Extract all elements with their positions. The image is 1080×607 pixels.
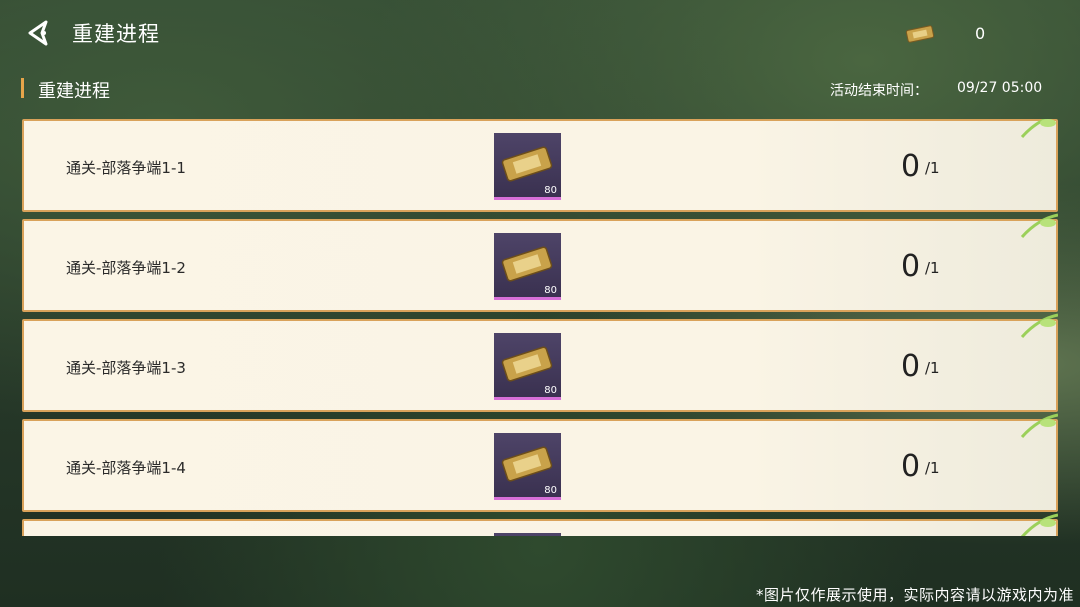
leaf-icon	[1020, 119, 1056, 138]
progress-total: /1	[925, 359, 940, 377]
page-title: 重建进程	[72, 22, 160, 46]
reward-item[interactable]	[494, 533, 561, 536]
leaf-icon	[1020, 313, 1058, 338]
end-time-label: 活动结束时间：	[830, 83, 928, 99]
coupon-ticket-icon	[501, 446, 553, 482]
task-card: 通关-部落争端1-4 80 0 /1	[22, 413, 1058, 512]
progress-current: 0	[901, 449, 921, 484]
task-card: 通关-部落争端1-2 80 0 /1	[22, 213, 1058, 312]
reward-count: 80	[544, 385, 557, 396]
task-name: 通关-部落争端1-2	[66, 259, 186, 277]
coupon-ticket-icon	[905, 25, 935, 43]
section-title: 重建进程	[38, 81, 110, 102]
reward-frame	[494, 533, 561, 536]
progress-current: 0	[901, 349, 921, 384]
task-card-partial	[22, 513, 1058, 536]
progress-current: 0	[901, 149, 921, 184]
leaf-icon	[1020, 413, 1058, 438]
progress-total: /1	[925, 159, 940, 177]
reward-item[interactable]: 80	[494, 133, 561, 200]
progress-total: /1	[925, 459, 940, 477]
reward-item[interactable]: 80	[494, 433, 561, 500]
reward-count: 80	[544, 185, 557, 196]
currency-display: 0	[905, 22, 1065, 48]
task-name: 通关-部落争端1-1	[66, 159, 186, 177]
leaf-icon	[1020, 213, 1058, 238]
task-name: 通关-部落争端1-3	[66, 359, 186, 377]
progress-total: /1	[925, 259, 940, 277]
reward-count: 80	[544, 285, 557, 296]
progress-current: 0	[901, 249, 921, 284]
reward-item[interactable]: 80	[494, 233, 561, 300]
reward-count: 80	[544, 485, 557, 496]
disclaimer-text: *图片仅作展示使用，实际内容请以游戏内为准	[755, 586, 1074, 604]
task-list[interactable]: 通关-部落争端1-1 80 0 /1 通关-部落争端1-2 80 0 /1 通关…	[22, 119, 1058, 536]
coupon-ticket-icon	[501, 246, 553, 282]
reward-item[interactable]: 80	[494, 333, 561, 400]
task-card: 通关-部落争端1-3 80 0 /1	[22, 313, 1058, 412]
back-arrow-icon	[28, 20, 48, 46]
leaf-icon	[1020, 513, 1058, 536]
top-bar: 重建进程 0	[0, 0, 1080, 68]
task-card: 通关-部落争端1-1 80 0 /1	[22, 119, 1058, 212]
currency-value: 0	[975, 24, 986, 43]
back-button[interactable]	[22, 16, 56, 50]
coupon-ticket-icon	[501, 346, 553, 382]
coupon-ticket-icon	[501, 146, 553, 182]
end-time-value: 09/27 05:00	[957, 80, 1043, 96]
task-name: 通关-部落争端1-4	[66, 459, 186, 477]
section-accent	[21, 78, 24, 98]
